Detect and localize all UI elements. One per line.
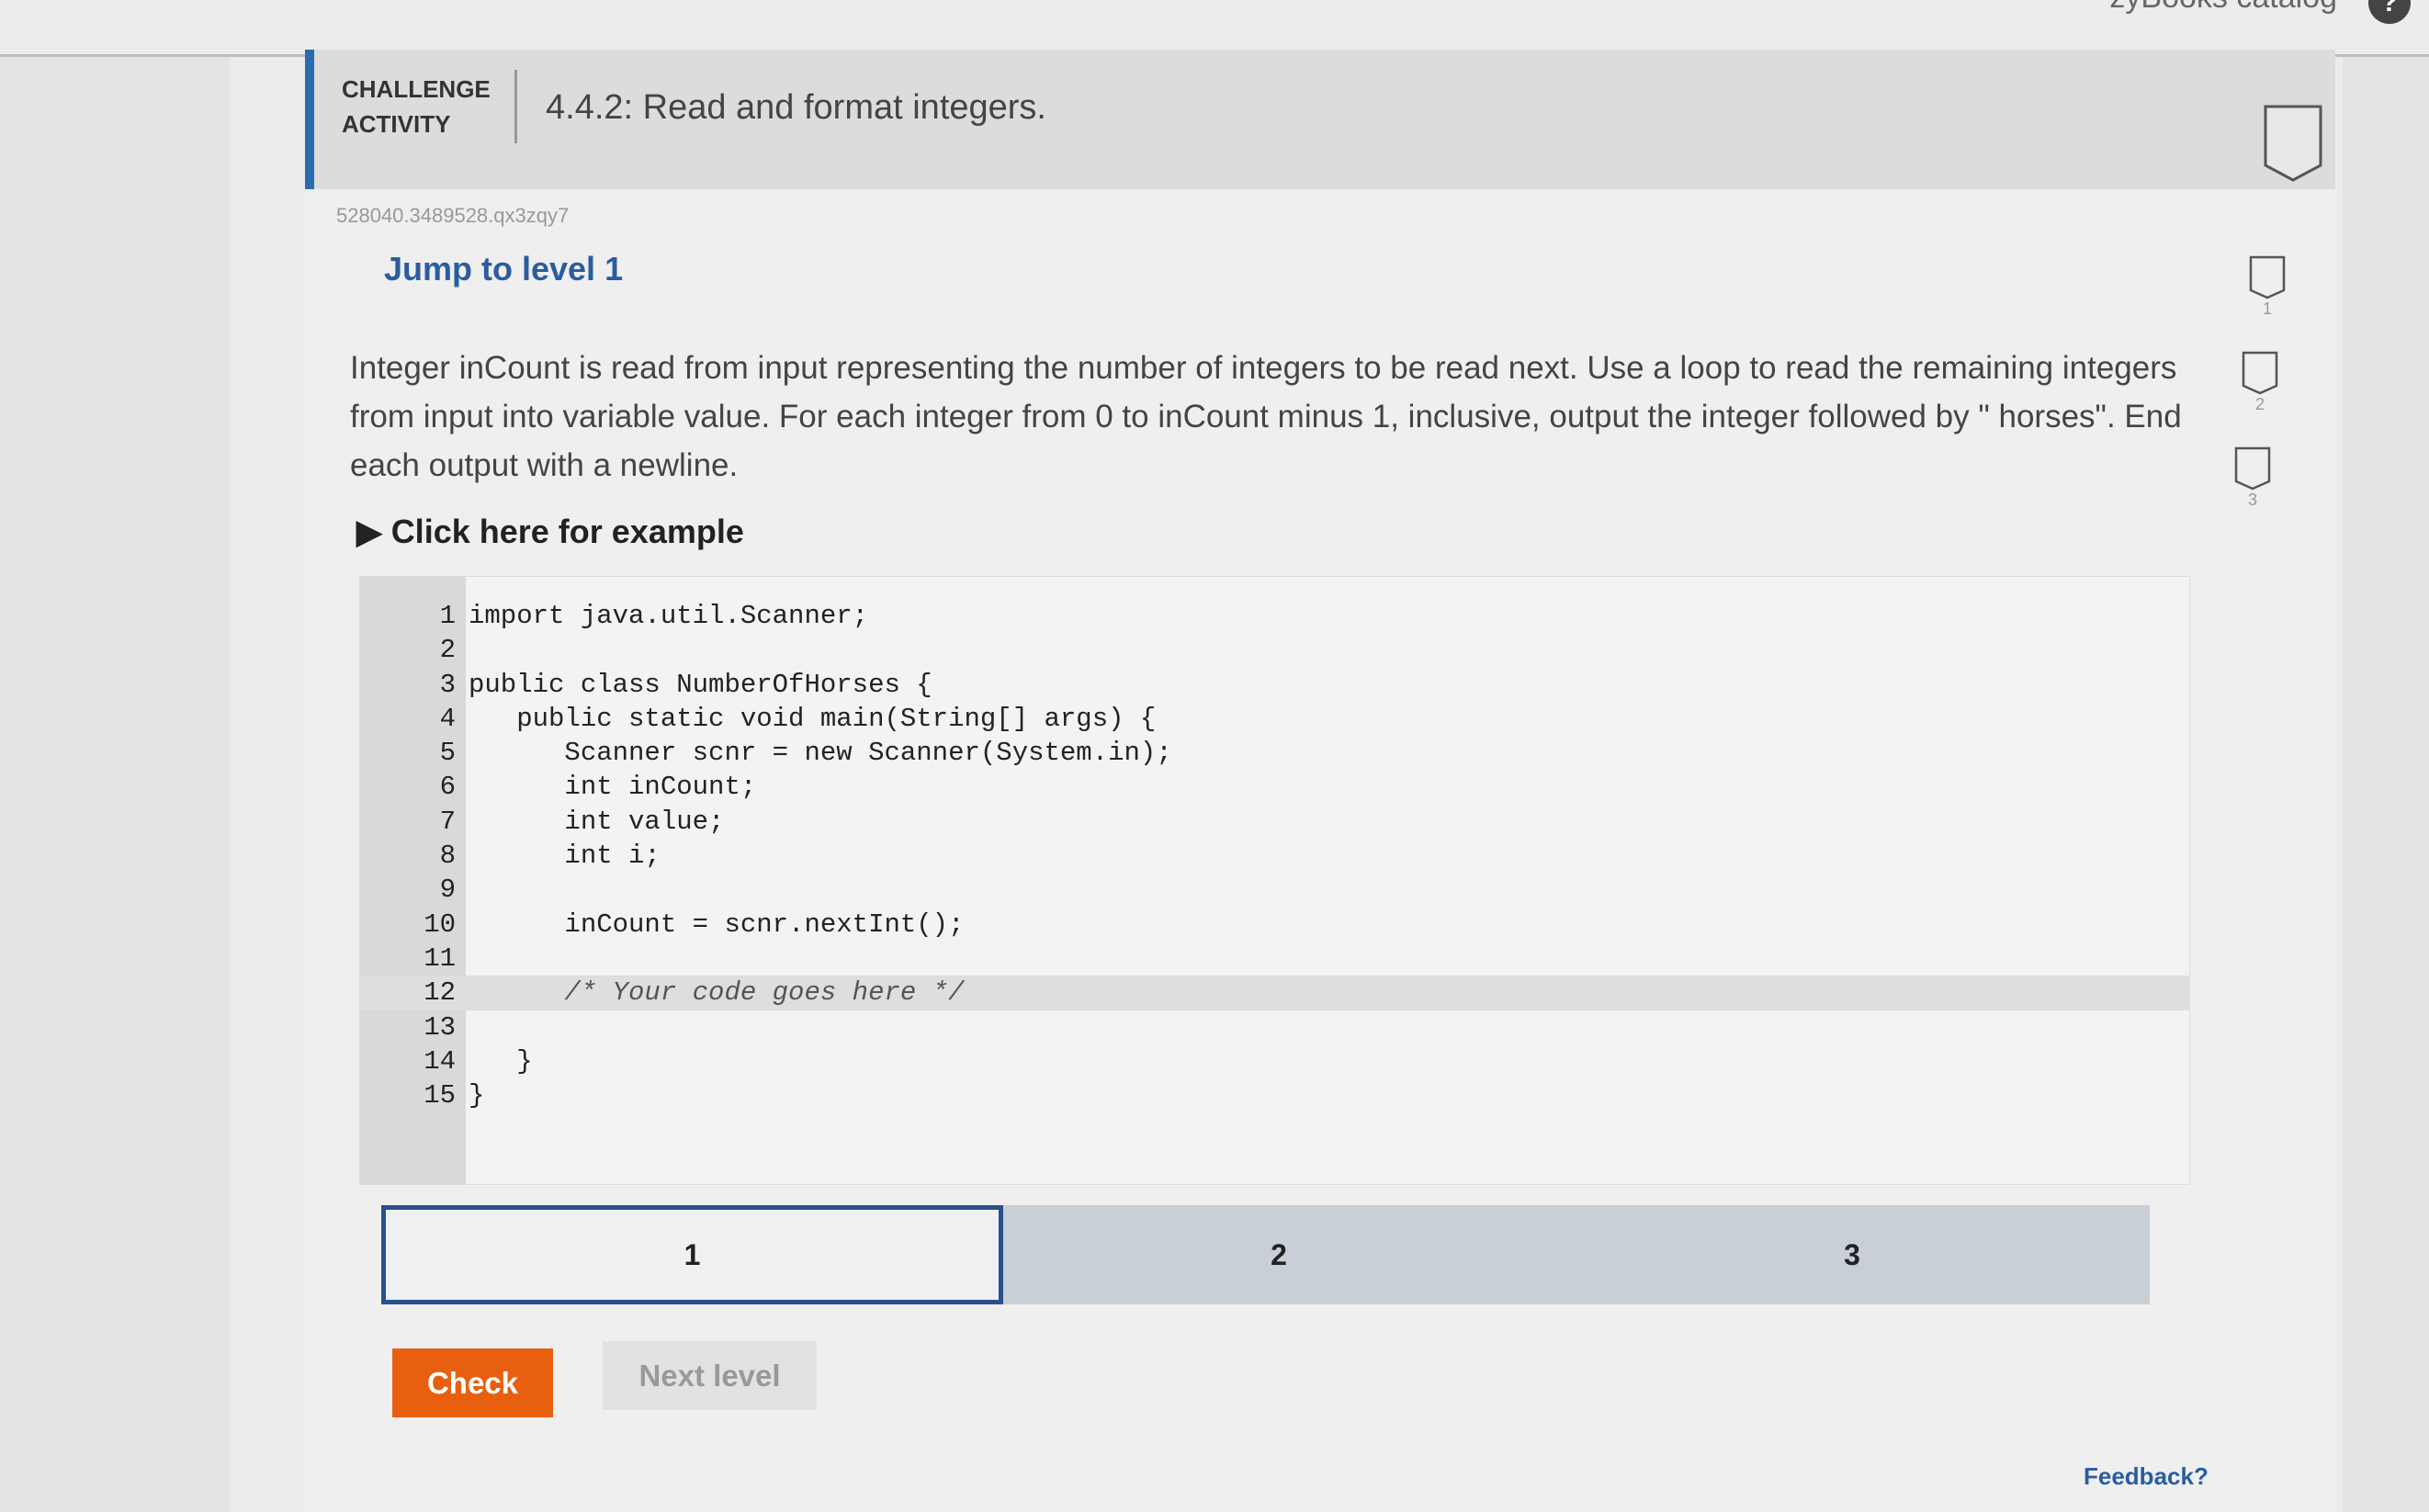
code-editor[interactable]: 1 import java.util.Scanner; 2 3 public class… <box>359 576 2190 1185</box>
next-level-button[interactable]: Next level <box>603 1341 817 1410</box>
code-line[interactable]: 9 <box>360 873 2189 907</box>
line-number: 12 <box>424 977 456 1009</box>
level-bar: 1 2 3 <box>381 1205 2150 1304</box>
line-number: 3 <box>439 669 456 700</box>
code-line[interactable]: 5 Scanner scnr = new Scanner(System.in); <box>360 736 2189 770</box>
activity-type-label: CHALLENGE ACTIVITY <box>342 72 491 141</box>
line-number: 5 <box>439 738 456 769</box>
line-number: 6 <box>439 772 456 803</box>
triangle-right-icon: ▶ <box>356 513 391 550</box>
example-toggle[interactable]: ▶ Click here for example <box>356 513 744 551</box>
jump-to-level-link[interactable]: Jump to level 1 <box>384 250 623 288</box>
code-line[interactable]: 15} <box>360 1078 2189 1112</box>
top-bar: zyBooks catalog ? <box>0 0 2429 57</box>
code-line[interactable]: 10 inCount = scnr.nextInt(); <box>360 908 2189 942</box>
code-line[interactable]: 1 import java.util.Scanner; <box>360 599 2189 633</box>
line-code: } <box>469 1080 485 1111</box>
code-line[interactable]: 13 <box>360 1010 2189 1044</box>
label-line2: ACTIVITY <box>342 110 451 138</box>
level-badge-2[interactable]: 2 <box>2242 351 2278 414</box>
line-number: 8 <box>439 841 456 872</box>
line-number: 11 <box>424 942 456 974</box>
badge-label: 1 <box>2262 299 2272 318</box>
code-line[interactable]: 2 <box>360 633 2189 667</box>
instructions: Integer inCount is read from input repre… <box>350 350 2182 483</box>
line-number: 7 <box>439 806 456 837</box>
code-line[interactable]: 4 public static void main(String[] args)… <box>360 702 2189 736</box>
code-line[interactable]: 14 } <box>360 1044 2189 1078</box>
line-code: int inCount; <box>469 772 757 803</box>
code-line[interactable]: 7 int value; <box>360 805 2189 839</box>
zybooks-catalog-link[interactable]: zyBooks catalog <box>2109 0 2337 16</box>
completion-badge-icon <box>2264 105 2322 182</box>
level-1-tab[interactable]: 1 <box>381 1205 1003 1304</box>
check-button[interactable]: Check <box>392 1348 553 1417</box>
line-number: 10 <box>424 908 456 940</box>
line-number: 1 <box>439 601 456 631</box>
code-lines: 1 import java.util.Scanner; 2 3 public class… <box>360 599 2189 1112</box>
badge-label: 3 <box>2247 491 2257 509</box>
line-code: int value; <box>469 806 725 837</box>
line-number: 13 <box>424 1011 456 1043</box>
line-code: } <box>469 1045 533 1077</box>
line-number: 9 <box>439 874 456 906</box>
level-3-tab[interactable]: 3 <box>1554 1205 2150 1304</box>
line-number: 15 <box>424 1080 456 1111</box>
badge-icon <box>2249 255 2286 299</box>
code-line[interactable]: 6 int inCount; <box>360 770 2189 804</box>
help-icon[interactable]: ? <box>2368 0 2411 24</box>
activity-id: 528040.3489528.qx3zqy7 <box>336 204 570 227</box>
level-badge-1[interactable]: 1 <box>2249 255 2286 319</box>
activity-title: 4.4.2: Read and format integers. <box>546 88 1046 127</box>
activity-header: CHALLENGE ACTIVITY 4.4.2: Read and forma… <box>305 50 2335 189</box>
code-line[interactable]: 12 /* Your code goes here */ <box>360 976 2189 1010</box>
line-code: int i; <box>469 841 661 872</box>
label-line1: CHALLENGE <box>342 75 491 103</box>
code-line[interactable]: 3 public class NumberOfHorses { <box>360 668 2189 702</box>
code-line[interactable]: 8 int i; <box>360 839 2189 873</box>
line-number: 2 <box>439 635 456 666</box>
badge-label: 2 <box>2254 395 2265 413</box>
line-code: public class NumberOfHorses { <box>469 669 932 700</box>
divider <box>514 70 517 143</box>
line-code: public static void main(String[] args) { <box>469 703 1157 734</box>
line-code: inCount = scnr.nextInt(); <box>469 908 965 940</box>
line-number: 14 <box>424 1045 456 1077</box>
line-code: import java.util.Scanner; <box>469 601 869 631</box>
code-line[interactable]: 11 <box>360 942 2189 976</box>
line-code: /* Your code goes here */ <box>469 977 965 1009</box>
badge-icon <box>2234 446 2271 491</box>
badge-icon <box>2242 351 2278 395</box>
line-code: Scanner scnr = new Scanner(System.in); <box>469 738 1172 769</box>
example-label: Click here for example <box>390 513 744 550</box>
level-2-tab[interactable]: 2 <box>1003 1205 1554 1304</box>
feedback-link[interactable]: Feedback? <box>2084 1462 2209 1491</box>
line-number: 4 <box>439 703 456 734</box>
level-badge-3[interactable]: 3 <box>2234 446 2271 510</box>
